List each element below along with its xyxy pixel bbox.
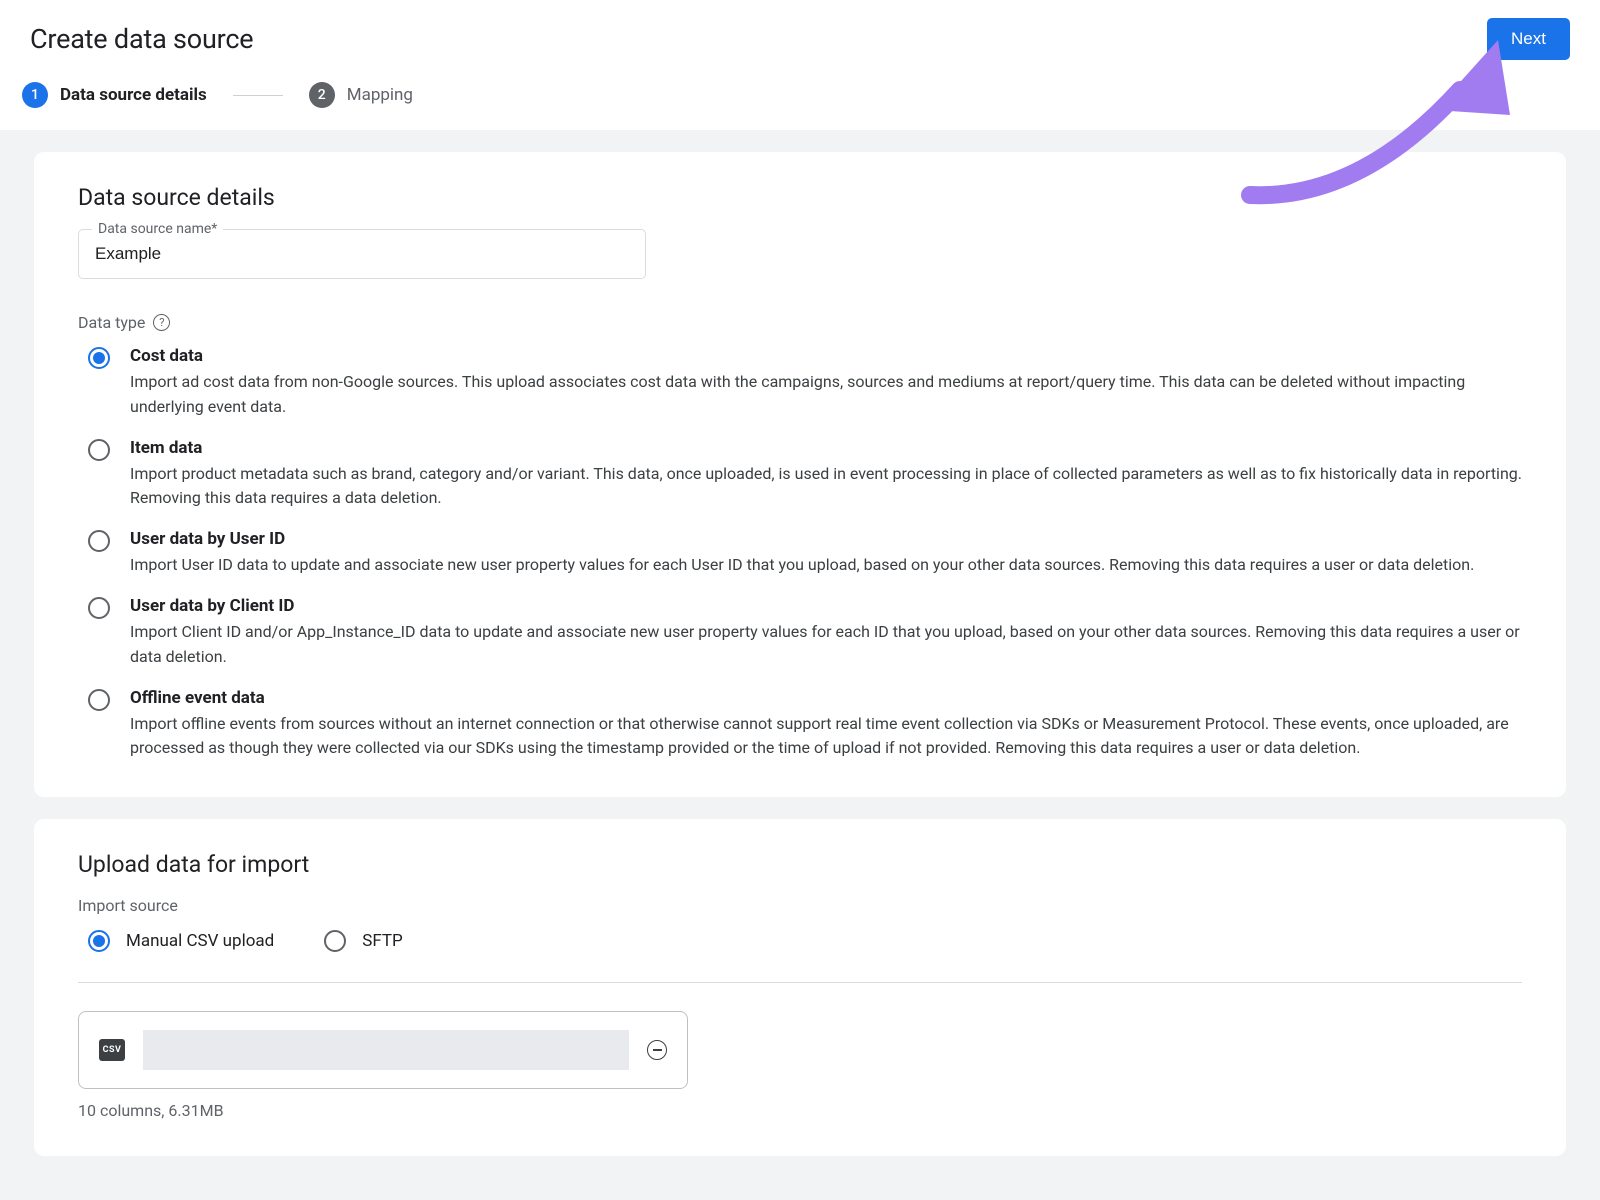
data-type-radio-1[interactable]	[88, 439, 110, 461]
remove-file-icon[interactable]	[647, 1040, 667, 1060]
page-title: Create data source	[30, 23, 253, 55]
data-type-option-4[interactable]: Offline event data Import offline events …	[88, 688, 1522, 762]
data-type-label: Data type ?	[78, 313, 1522, 332]
data-type-title-3: User data by Client ID	[130, 596, 1522, 616]
radio-manual-csv-label: Manual CSV upload	[126, 931, 274, 951]
step-badge-1: 1	[22, 82, 48, 108]
file-name-redacted	[143, 1030, 629, 1070]
details-card-title: Data source details	[78, 184, 1522, 211]
data-type-desc-0: Import ad cost data from non-Google sour…	[130, 370, 1522, 420]
data-type-label-text: Data type	[78, 313, 145, 332]
step-2[interactable]: 2 Mapping	[309, 82, 413, 108]
data-type-option-0[interactable]: Cost data Import ad cost data from non-Go…	[88, 346, 1522, 420]
help-icon[interactable]: ?	[153, 314, 170, 331]
radio-sftp-input[interactable]	[324, 930, 346, 952]
data-type-title-0: Cost data	[130, 346, 1522, 366]
upload-divider	[78, 982, 1522, 983]
data-type-desc-1: Import product metadata such as brand, c…	[130, 462, 1522, 512]
uploaded-file-box: CSV	[78, 1011, 688, 1089]
upload-card: Upload data for import Import source Man…	[34, 819, 1566, 1156]
data-type-title-4: Offline event data	[130, 688, 1522, 708]
radio-manual-csv-input[interactable]	[88, 930, 110, 952]
data-type-title-2: User data by User ID	[130, 529, 1522, 549]
data-type-title-1: Item data	[130, 438, 1522, 458]
data-type-option-2[interactable]: User data by User ID Import User ID data …	[88, 529, 1522, 578]
file-meta: 10 columns, 6.31MB	[78, 1101, 1522, 1120]
radio-manual-csv[interactable]: Manual CSV upload	[88, 929, 274, 952]
page-header: Create data source Next	[0, 0, 1600, 70]
details-card: Data source details Data source name* Da…	[34, 152, 1566, 797]
step-label-2: Mapping	[347, 85, 413, 105]
step-connector	[233, 95, 283, 96]
radio-sftp-label: SFTP	[362, 931, 403, 951]
data-type-desc-2: Import User ID data to update and associ…	[130, 553, 1522, 578]
upload-card-title: Upload data for import	[78, 851, 1522, 878]
radio-sftp[interactable]: SFTP	[324, 929, 403, 952]
import-source-label: Import source	[78, 896, 1522, 915]
next-button[interactable]: Next	[1487, 18, 1570, 60]
import-source-radios: Manual CSV upload SFTP	[88, 929, 1522, 952]
data-type-desc-4: Import offline events from sources witho…	[130, 712, 1522, 762]
stepper: 1 Data source details 2 Mapping	[0, 70, 1600, 130]
step-1[interactable]: 1 Data source details	[22, 82, 207, 108]
body-area: Data source details Data source name* Da…	[0, 130, 1600, 1200]
data-type-radio-3[interactable]	[88, 597, 110, 619]
data-type-radio-4[interactable]	[88, 689, 110, 711]
name-field-label: Data source name*	[92, 221, 223, 237]
step-badge-2: 2	[309, 82, 335, 108]
data-type-radio-0[interactable]	[88, 347, 110, 369]
csv-file-icon: CSV	[99, 1039, 125, 1061]
data-type-desc-3: Import Client ID and/or App_Instance_ID …	[130, 620, 1522, 670]
data-type-option-1[interactable]: Item data Import product metadata such as…	[88, 438, 1522, 512]
step-label-1: Data source details	[60, 85, 207, 105]
data-type-radio-2[interactable]	[88, 530, 110, 552]
data-type-option-3[interactable]: User data by Client ID Import Client ID a…	[88, 596, 1522, 670]
name-field-wrap: Data source name*	[78, 229, 646, 279]
data-type-radio-list: Cost data Import ad cost data from non-Go…	[88, 346, 1522, 761]
